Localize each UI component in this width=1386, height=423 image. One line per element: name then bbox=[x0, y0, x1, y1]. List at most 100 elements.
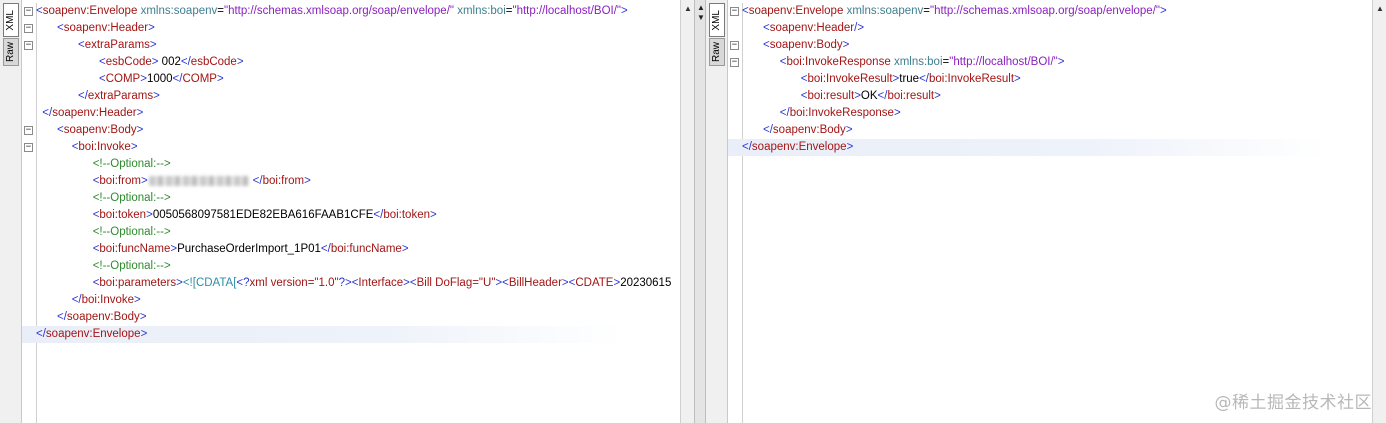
xml-token: </ bbox=[320, 243, 331, 255]
xml-token: soapenv:Body bbox=[66, 311, 140, 323]
request-pane: XML Raw − <soapenv:Envelope xmlns:soapenv… bbox=[0, 0, 694, 423]
xml-token: < bbox=[742, 5, 749, 17]
xml-token: > bbox=[136, 124, 144, 136]
xml-token: <? bbox=[236, 277, 250, 289]
xml-token: soapenv:Envelope bbox=[748, 5, 844, 17]
xml-token: <!--Optional:--> bbox=[92, 226, 171, 238]
splitter-expand-up-icon[interactable]: ▲ bbox=[697, 4, 705, 12]
xml-token: ?> bbox=[338, 277, 352, 289]
code-text: <boi:InvokeResponse xmlns:boi="http://lo… bbox=[780, 54, 1065, 71]
collapse-minus-icon[interactable]: − bbox=[24, 126, 33, 135]
xml-token: > bbox=[845, 124, 853, 136]
collapse-minus-icon[interactable]: − bbox=[24, 41, 33, 50]
xml-token: esbCode bbox=[105, 56, 152, 68]
xml-token: soapenv:Envelope bbox=[42, 5, 138, 17]
xml-token: <!--Optional:--> bbox=[92, 192, 171, 204]
code-text: <COMP>1000</COMP> bbox=[99, 71, 224, 88]
collapse-minus-icon[interactable]: − bbox=[24, 7, 33, 16]
code-line: <boi:token>0050568097581EDE82EBA616FAAB1… bbox=[22, 207, 680, 224]
xml-token: boi:InvokeResult bbox=[807, 73, 893, 85]
tab-raw-label: Raw bbox=[5, 41, 16, 62]
scroll-up-arrow-icon[interactable]: ▲ bbox=[682, 2, 694, 16]
xml-token: COMP bbox=[105, 73, 141, 85]
xml-token: > bbox=[149, 39, 157, 51]
xml-token: > bbox=[176, 277, 183, 289]
xml-token: > bbox=[430, 209, 437, 221]
xml-token: xmlns:soapenv bbox=[846, 5, 924, 17]
code-line: − <boi:InvokeResponse xmlns:boi="http://l… bbox=[728, 54, 1372, 71]
code-line: <COMP>1000</COMP> bbox=[22, 71, 680, 88]
request-xml-editor[interactable]: − <soapenv:Envelope xmlns:soapenv="http:/… bbox=[22, 3, 680, 423]
code-text: <soapenv:Envelope xmlns:soapenv="http://… bbox=[742, 3, 1167, 20]
vertical-scrollbar[interactable]: ▲ bbox=[680, 0, 694, 423]
xml-token: 002 bbox=[158, 56, 181, 68]
xml-token: < bbox=[78, 39, 85, 51]
xml-token: soapenv:Header bbox=[769, 22, 855, 34]
xml-token: > bbox=[1057, 56, 1065, 68]
code-text: </boi:InvokeResponse> bbox=[780, 105, 901, 122]
collapse-minus-icon[interactable]: − bbox=[24, 143, 33, 152]
xml-token: < bbox=[57, 124, 64, 136]
scroll-up-arrow-icon[interactable]: ▲ bbox=[1374, 2, 1386, 16]
code-line: </boi:InvokeResponse> bbox=[728, 105, 1372, 122]
xml-token: < bbox=[36, 5, 43, 17]
xml-token: "http://schemas.xmlsoap.org/soap/envelop… bbox=[930, 5, 1160, 17]
xml-token: </ bbox=[877, 90, 888, 102]
xml-token: boi:Invoke bbox=[78, 141, 131, 153]
code-text: </boi:Invoke> bbox=[72, 292, 141, 309]
collapse-minus-icon[interactable]: − bbox=[730, 41, 739, 50]
xml-token: < bbox=[57, 22, 64, 34]
xml-token: boi:token bbox=[383, 209, 430, 221]
splitter-expand-down-icon[interactable]: ▼ bbox=[697, 14, 705, 22]
pane-splitter[interactable]: ▲ ▼ bbox=[694, 0, 706, 423]
tab-raw[interactable]: Raw bbox=[709, 38, 725, 66]
code-text: <boi:from> </boi:from> bbox=[93, 173, 311, 190]
redacted-value bbox=[148, 175, 249, 186]
xml-token: boi:Invoke bbox=[81, 294, 135, 306]
code-text: <extraParams> bbox=[78, 37, 157, 54]
tab-raw[interactable]: Raw bbox=[3, 38, 19, 66]
xml-token: > bbox=[134, 294, 141, 306]
tab-xml[interactable]: XML bbox=[3, 3, 19, 37]
xml-token: < bbox=[800, 73, 808, 85]
xml-token: <!--Optional:--> bbox=[92, 260, 171, 272]
xml-token: > bbox=[140, 73, 147, 85]
code-text: <boi:Invoke> bbox=[72, 139, 138, 156]
code-line: </boi:Invoke> bbox=[22, 292, 680, 309]
code-line: <boi:from> </boi:from> bbox=[22, 173, 680, 190]
xml-token: > bbox=[401, 243, 409, 255]
code-line: − <soapenv:Envelope xmlns:soapenv="http:/… bbox=[22, 3, 680, 20]
xml-token: > bbox=[140, 175, 148, 187]
xml-token: esbCode bbox=[190, 56, 237, 68]
code-line: </soapenv:Body> bbox=[22, 309, 680, 326]
code-text: <soapenv:Envelope xmlns:soapenv="http://… bbox=[36, 3, 628, 20]
code-line: − <soapenv:Envelope xmlns:soapenv="http:/… bbox=[728, 3, 1372, 20]
code-text: <boi:token>0050568097581EDE82EBA616FAAB1… bbox=[93, 207, 437, 224]
xml-token: boi:funcName bbox=[330, 243, 402, 255]
xml-token: Bill DoFlag="U" bbox=[416, 277, 496, 289]
xml-token: </ bbox=[36, 328, 46, 340]
collapse-minus-icon[interactable]: − bbox=[730, 7, 739, 16]
collapse-minus-icon[interactable]: − bbox=[24, 24, 33, 33]
tab-xml-label: XML bbox=[5, 9, 16, 31]
xml-token: </ bbox=[373, 209, 384, 221]
xml-token: > bbox=[403, 277, 410, 289]
xml-token: xml version="1.0" bbox=[249, 277, 339, 289]
xml-token: "http://localhost/BOI/" bbox=[512, 5, 622, 17]
vertical-scrollbar[interactable]: ▲ bbox=[1372, 0, 1386, 423]
xml-token: /> bbox=[854, 22, 865, 34]
response-xml-editor[interactable]: − <soapenv:Envelope xmlns:soapenv="http:/… bbox=[728, 3, 1372, 423]
xml-token: 0050568097581EDE82EBA616FAAB1CFE bbox=[152, 209, 374, 221]
xml-token: > bbox=[140, 328, 148, 340]
xml-token: OK bbox=[860, 90, 878, 102]
xml-token: boi:funcName bbox=[99, 243, 171, 255]
code-line: </soapenv:Body> bbox=[728, 122, 1372, 139]
xml-token: xmlns:boi bbox=[893, 56, 943, 68]
code-text: <!--Optional:--> bbox=[93, 156, 171, 173]
xml-token: xmlns:boi bbox=[457, 5, 506, 17]
code-line: − <soapenv:Header> bbox=[22, 20, 680, 37]
xml-token: 20230615 bbox=[620, 277, 672, 289]
collapse-minus-icon[interactable]: − bbox=[730, 58, 739, 67]
tab-xml[interactable]: XML bbox=[709, 3, 725, 37]
code-text: <!--Optional:--> bbox=[93, 224, 171, 241]
